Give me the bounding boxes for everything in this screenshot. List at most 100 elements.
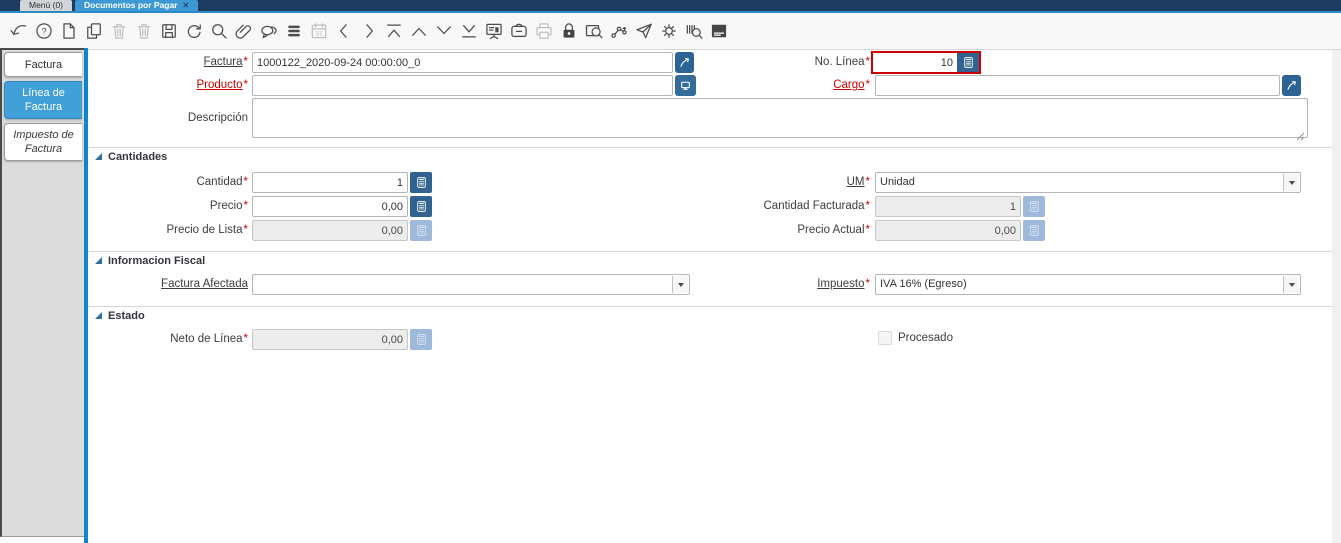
report-view-icon[interactable] <box>706 18 731 44</box>
tab-documentos-por-pagar[interactable]: Documentos por Pagar ✕ <box>75 0 199 11</box>
section-divider <box>88 251 1332 252</box>
precio-de-lista-label: Precio de Lista* <box>166 224 248 236</box>
calendar-icon <box>306 18 331 44</box>
product-info-icon[interactable] <box>681 18 706 44</box>
um-select[interactable]: Unidad <box>875 172 1301 193</box>
sidebar-tab-linea-label: Línea de Factura <box>22 87 65 113</box>
um-value: Unidad <box>880 176 915 188</box>
precio-de-lista-field <box>252 220 408 241</box>
toolbar <box>0 13 1341 50</box>
sidebar-tab-impuesto-de-factura[interactable]: Impuesto de Factura <box>4 123 82 161</box>
calculator-icon <box>962 56 975 69</box>
find-icon[interactable] <box>206 18 231 44</box>
cantidad-facturada-label: Cantidad Facturada* <box>763 200 871 212</box>
collapse-triangle-icon[interactable] <box>95 257 102 264</box>
documentos-por-pagar-window: Menú (0) Documentos por Pagar ✕ Factura … <box>0 0 1341 543</box>
cantidad-field[interactable] <box>252 172 408 193</box>
neto-de-linea-calculator-button <box>410 329 432 350</box>
collapse-triangle-icon[interactable] <box>95 312 102 319</box>
delete-record-icon <box>106 18 131 44</box>
parent-record-icon[interactable] <box>406 18 431 44</box>
cantidad-label: Cantidad* <box>196 176 248 188</box>
dropdown-arrow-icon[interactable] <box>1283 276 1299 293</box>
precio-actual-calculator-button <box>1023 220 1045 241</box>
right-scroll-gutter <box>1332 50 1341 543</box>
impuesto-value: IVA 16% (Egreso) <box>880 278 967 290</box>
previous-record-icon[interactable] <box>331 18 356 44</box>
next-record-icon[interactable] <box>356 18 381 44</box>
cantidad-facturada-calculator-button <box>1023 196 1045 217</box>
archive-icon[interactable] <box>506 18 531 44</box>
section-divider <box>88 147 1332 148</box>
no-linea-calculator-button[interactable] <box>957 53 979 72</box>
undo-icon[interactable] <box>6 18 31 44</box>
close-tab-icon[interactable]: ✕ <box>183 0 190 11</box>
attachment-icon[interactable] <box>231 18 256 44</box>
send-request-icon[interactable] <box>631 18 656 44</box>
chat-icon[interactable] <box>256 18 281 44</box>
delete-selection-icon <box>131 18 156 44</box>
private-record-lock-icon[interactable] <box>556 18 581 44</box>
descripcion-field[interactable] <box>252 98 1308 138</box>
um-label: UM* <box>846 176 870 188</box>
precio-actual-label: Precio Actual* <box>797 224 870 236</box>
calculator-icon <box>415 176 428 189</box>
factura-label: Factura* <box>203 56 248 68</box>
section-divider <box>88 306 1332 307</box>
first-record-icon[interactable] <box>381 18 406 44</box>
new-record-icon[interactable] <box>56 18 81 44</box>
collapse-triangle-icon[interactable] <box>95 153 102 160</box>
producto-label: Producto* <box>196 79 248 91</box>
print-icon <box>531 18 556 44</box>
cargo-field[interactable] <box>875 75 1280 96</box>
sidebar-tab-linea-de-factura[interactable]: Línea de Factura <box>4 81 82 119</box>
process-icon[interactable] <box>656 18 681 44</box>
help-icon[interactable] <box>31 18 56 44</box>
tab-documentos-label: Documentos por Pagar <box>84 0 178 10</box>
textarea-resize-handle[interactable] <box>1296 128 1305 141</box>
precio-label: Precio* <box>209 200 248 212</box>
zoom-across-icon[interactable] <box>581 18 606 44</box>
calculator-icon <box>415 224 428 237</box>
no-linea-label: No. Línea* <box>814 56 870 68</box>
impuesto-label: Impuesto* <box>817 278 870 290</box>
calculator-icon <box>1028 200 1041 213</box>
calculator-icon <box>1028 224 1041 237</box>
neto-de-linea-label: Neto de Línea* <box>170 333 248 345</box>
sidebar-tab-factura-label: Factura <box>24 58 63 71</box>
impuesto-select[interactable]: IVA 16% (Egreso) <box>875 274 1301 295</box>
precio-actual-field <box>875 220 1021 241</box>
tab-menu[interactable]: Menú (0) <box>20 0 73 11</box>
procesado-checkbox[interactable] <box>878 331 892 345</box>
copy-record-icon[interactable] <box>81 18 106 44</box>
tab-menu-label: Menú (0) <box>29 0 64 10</box>
workflow-icon[interactable] <box>606 18 631 44</box>
sidebar-tab-impuesto-label: Impuesto de Factura <box>13 129 74 155</box>
cargo-zoom-button[interactable] <box>1282 75 1301 96</box>
calculator-icon <box>415 333 428 346</box>
calculator-icon <box>415 200 428 213</box>
last-record-icon[interactable] <box>456 18 481 44</box>
tab-sidebar <box>0 48 84 537</box>
no-linea-focused-group <box>871 51 981 74</box>
cargo-label: Cargo* <box>833 79 870 91</box>
cantidades-section-title: Cantidades <box>108 151 168 163</box>
window-tabbar: Menú (0) Documentos por Pagar ✕ <box>0 0 1341 11</box>
no-linea-field[interactable] <box>873 53 957 72</box>
save-icon[interactable] <box>156 18 181 44</box>
detail-record-icon[interactable] <box>431 18 456 44</box>
neto-de-linea-field <box>252 329 408 350</box>
report-icon[interactable] <box>481 18 506 44</box>
precio-field[interactable] <box>252 196 408 217</box>
refresh-icon[interactable] <box>181 18 206 44</box>
cantidad-facturada-field <box>875 196 1021 217</box>
dropdown-arrow-icon[interactable] <box>1283 174 1299 191</box>
descripcion-label: Descripción <box>187 112 248 124</box>
precio-calculator-button[interactable] <box>410 196 432 217</box>
cantidad-calculator-button[interactable] <box>410 172 432 193</box>
precio-de-lista-calculator-button <box>410 220 432 241</box>
toggle-grid-icon[interactable] <box>281 18 306 44</box>
informacion-fiscal-section-title: Informacion Fiscal <box>108 255 206 267</box>
sidebar-tab-factura[interactable]: Factura <box>4 52 82 77</box>
zoom-arrow-icon <box>1285 79 1298 92</box>
